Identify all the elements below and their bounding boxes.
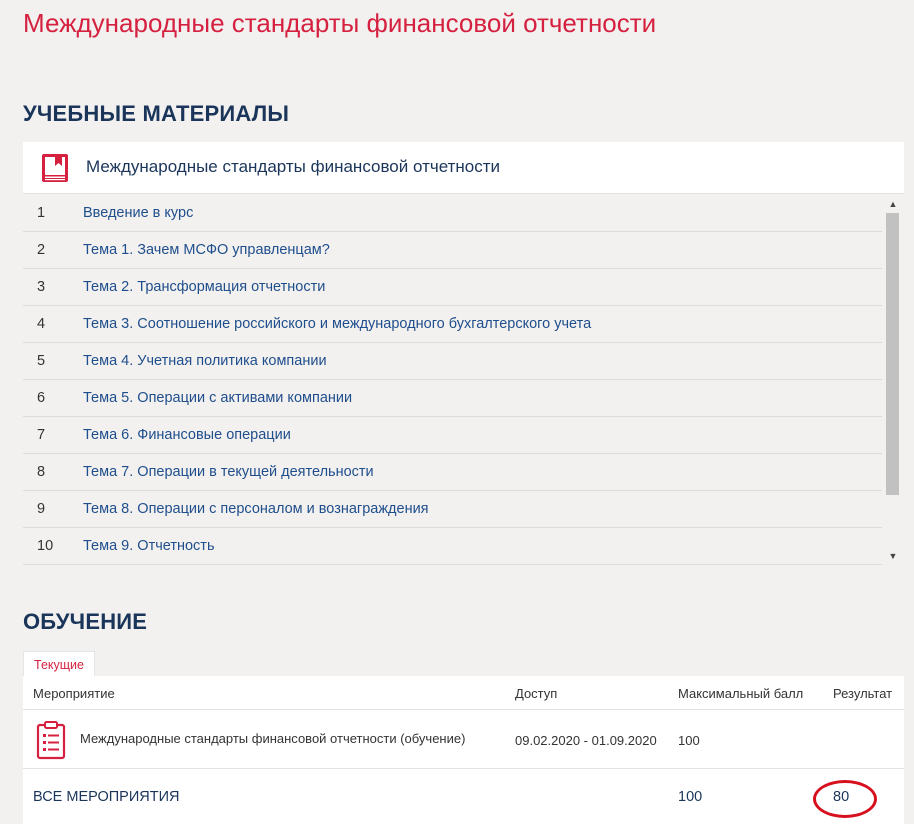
materials-card-header: Международные стандарты финансовой отчет… <box>23 142 904 194</box>
tab-current[interactable]: Текущие <box>23 651 95 677</box>
total-max-score: 100 <box>678 789 703 805</box>
scroll-up-icon[interactable]: ▲ <box>882 197 904 211</box>
list-item[interactable]: 8 Тема 7. Операции в текущей деятельности <box>23 454 882 491</box>
materials-scrollbar[interactable]: ▲ ▼ <box>882 195 904 565</box>
column-header-result[interactable]: Результат <box>833 686 892 701</box>
list-item[interactable]: 5 Тема 4. Учетная политика компании <box>23 343 882 380</box>
list-item-link[interactable]: Введение в курс <box>83 205 193 221</box>
event-name[interactable]: Международные стандарты финансовой отчет… <box>80 731 465 746</box>
list-item-number: 4 <box>37 316 46 332</box>
list-item-number: 10 <box>37 538 54 554</box>
list-item[interactable]: 2 Тема 1. Зачем МСФО управленцам? <box>23 232 882 269</box>
column-header-max-score[interactable]: Максимальный балл <box>678 686 803 701</box>
clipboard-icon <box>36 721 66 760</box>
list-item[interactable]: 7 Тема 6. Финансовые операции <box>23 417 882 454</box>
list-item-link[interactable]: Тема 6. Финансовые операции <box>83 427 291 443</box>
list-item-number: 3 <box>37 279 46 295</box>
event-access: 09.02.2020 - 01.09.2020 <box>515 733 657 748</box>
scroll-down-icon[interactable]: ▼ <box>882 549 904 563</box>
list-item-number: 8 <box>37 464 46 480</box>
materials-list: 1 Введение в курс 2 Тема 1. Зачем МСФО упра… <box>23 195 904 565</box>
list-item-number: 9 <box>37 501 46 517</box>
list-item-link[interactable]: Тема 4. Учетная политика компании <box>83 353 327 369</box>
column-header-event[interactable]: Мероприятие <box>33 686 115 701</box>
result-highlight-circle <box>813 780 877 818</box>
list-item-link[interactable]: Тема 8. Операции с персоналом и вознагра… <box>83 501 429 517</box>
learning-table: Мероприятие Доступ Максимальный балл Рез… <box>23 676 904 824</box>
list-item-link[interactable]: Тема 9. Отчетность <box>83 538 215 554</box>
list-item-number: 5 <box>37 353 46 369</box>
scroll-thumb[interactable] <box>886 213 899 495</box>
list-item-number: 2 <box>37 242 46 258</box>
list-item[interactable]: 9 Тема 8. Операции с персоналом и вознагр… <box>23 491 882 528</box>
learning-heading: ОБУЧЕНИЕ <box>23 609 148 634</box>
event-max-score: 100 <box>678 733 700 748</box>
total-label: ВСЕ МЕРОПРИЯТИЯ <box>33 789 180 805</box>
list-item-number: 1 <box>37 205 46 221</box>
list-item-number: 7 <box>37 427 46 443</box>
list-item[interactable]: 3 Тема 2. Трансформация отчетности <box>23 269 882 306</box>
list-item-link[interactable]: Тема 7. Операции в текущей деятельности <box>83 464 374 480</box>
header-divider <box>23 709 904 710</box>
list-item-number: 6 <box>37 390 46 406</box>
list-item[interactable]: 10 Тема 9. Отчетность <box>23 528 882 565</box>
list-item[interactable]: 4 Тема 3. Соотношение российского и между… <box>23 306 882 343</box>
materials-heading: УЧЕБНЫЕ МАТЕРИАЛЫ <box>23 101 290 126</box>
list-item-link[interactable]: Тема 2. Трансформация отчетности <box>83 279 325 295</box>
list-item-link[interactable]: Тема 1. Зачем МСФО управленцам? <box>83 242 330 258</box>
list-item-link[interactable]: Тема 3. Соотношение российского и междун… <box>83 316 591 332</box>
row-divider <box>23 768 904 769</box>
book-icon <box>42 154 68 182</box>
column-header-access[interactable]: Доступ <box>515 686 557 701</box>
materials-card-title: Международные стандарты финансовой отчет… <box>86 157 501 176</box>
list-item[interactable]: 6 Тема 5. Операции с активами компании <box>23 380 882 417</box>
page-title: Международные стандарты финансовой отчет… <box>23 8 657 38</box>
list-item-link[interactable]: Тема 5. Операции с активами компании <box>83 390 352 406</box>
list-item[interactable]: 1 Введение в курс <box>23 195 882 232</box>
